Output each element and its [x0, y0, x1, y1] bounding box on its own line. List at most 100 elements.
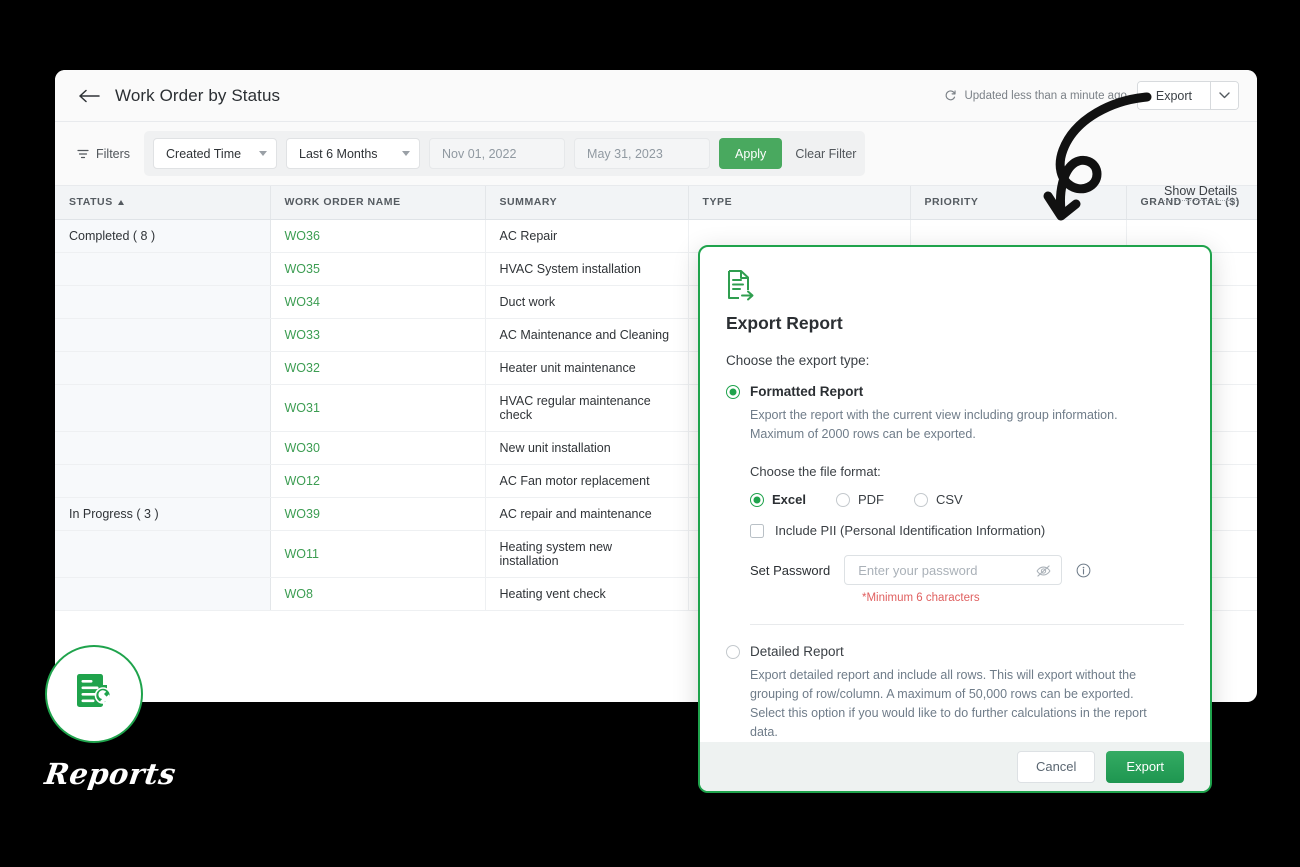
include-pii-checkbox[interactable] [750, 523, 764, 538]
cell-work-order-name[interactable]: WO31 [270, 384, 486, 432]
updated-text: Updated less than a minute ago [964, 89, 1127, 102]
csv-label: CSV [935, 492, 963, 507]
report-document-wrench-icon [69, 667, 119, 722]
cancel-button[interactable]: Cancel [1016, 750, 1096, 783]
file-format-block: Choose the file format: Excel PDF CSV In… [750, 464, 1184, 604]
include-pii-row[interactable]: Include PII (Personal Identification Inf… [750, 523, 1184, 538]
work-order-link[interactable]: WO34 [285, 295, 320, 309]
date-to-input[interactable]: May 31, 2023 [574, 138, 711, 169]
password-hint: *Minimum 6 characters [862, 592, 980, 604]
cell-status [55, 530, 271, 578]
cell-work-order-name[interactable]: WO8 [270, 577, 486, 611]
detailed-report-label[interactable]: Detailed Report [750, 644, 844, 659]
info-circle-icon[interactable] [1076, 563, 1091, 578]
filters-label: Filters [77, 147, 130, 161]
formatted-report-option[interactable]: Formatted Report [726, 384, 1184, 399]
cell-summary: HVAC System installation [485, 252, 689, 286]
csv-radio[interactable] [913, 492, 928, 507]
header-actions: Updated less than a minute ago Export [944, 81, 1239, 110]
export-button[interactable]: Export [1137, 82, 1210, 109]
cell-work-order-name[interactable]: WO11 [270, 530, 486, 578]
modal-divider [750, 624, 1184, 625]
document-export-icon [726, 269, 756, 301]
work-order-link[interactable]: WO31 [285, 401, 320, 415]
date-from-input[interactable]: Nov 01, 2022 [429, 138, 566, 169]
cell-work-order-name[interactable]: WO39 [270, 497, 486, 531]
cell-summary: New unit installation [485, 431, 689, 465]
column-header-priority[interactable]: PRIORITY [910, 186, 1127, 220]
cell-work-order-name[interactable]: WO36 [270, 219, 486, 253]
password-input[interactable] [856, 556, 1028, 584]
filter-controls: Created Time Last 6 Months Nov 01, 2022 … [144, 131, 866, 176]
password-input-wrapper [844, 555, 1063, 585]
formatted-report-label[interactable]: Formatted Report [750, 384, 863, 399]
cell-summary: HVAC regular maintenance check [485, 384, 689, 432]
include-pii-label: Include PII (Personal Identification Inf… [775, 523, 1046, 538]
formatted-report-description: Export the report with the current view … [750, 408, 1118, 441]
updated-status[interactable]: Updated less than a minute ago [944, 89, 1127, 102]
work-order-link[interactable]: WO36 [285, 229, 320, 243]
modal-footer: Cancel Export [700, 742, 1210, 791]
work-order-link[interactable]: WO39 [285, 507, 320, 521]
format-option-pdf[interactable]: PDF [835, 492, 884, 507]
cell-work-order-name[interactable]: WO34 [270, 285, 486, 319]
column-header-type[interactable]: TYPE [688, 186, 911, 220]
work-order-link[interactable]: WO32 [285, 361, 320, 375]
work-order-link[interactable]: WO12 [285, 474, 320, 488]
cell-status [55, 318, 271, 352]
format-option-excel[interactable]: Excel [750, 492, 806, 507]
cell-status: In Progress ( 3 ) [55, 497, 271, 531]
page-title: Work Order by Status [115, 85, 281, 105]
back-arrow-icon[interactable] [77, 83, 103, 109]
eye-slash-icon[interactable] [1036, 564, 1051, 578]
format-option-csv[interactable]: CSV [913, 492, 963, 507]
detailed-report-option[interactable]: Detailed Report [726, 644, 1184, 659]
column-header-status[interactable]: STATUS [55, 186, 271, 220]
show-details-link[interactable]: Show Details [1164, 184, 1237, 201]
filter-icon [77, 148, 89, 160]
set-password-label: Set Password [750, 562, 831, 578]
cell-status [55, 384, 271, 432]
cell-status [55, 464, 271, 498]
chevron-down-icon[interactable] [1210, 82, 1238, 109]
excel-label: Excel [772, 492, 806, 507]
cell-summary: Heating system new installation [485, 530, 689, 578]
cell-work-order-name[interactable]: WO30 [270, 431, 486, 465]
work-order-link[interactable]: WO30 [285, 441, 320, 455]
table-header-row: STATUS WORK ORDER NAME SUMMARY TYPE PRIO… [55, 186, 1257, 220]
excel-radio[interactable] [750, 492, 764, 507]
file-format-radio-group: Excel PDF CSV [750, 492, 1184, 507]
column-header-work-order-name[interactable]: WORK ORDER NAME [270, 186, 486, 220]
cell-status [55, 351, 271, 385]
refresh-icon[interactable] [944, 89, 957, 102]
cell-summary: AC repair and maintenance [485, 497, 689, 531]
detailed-report-radio[interactable] [726, 644, 740, 659]
formatted-report-radio[interactable] [726, 384, 740, 399]
range-select[interactable]: Last 6 Months [286, 138, 421, 169]
field-select-value: Created Time [166, 146, 242, 161]
column-header-status-label: STATUS [69, 196, 113, 209]
cell-work-order-name[interactable]: WO32 [270, 351, 486, 385]
field-select[interactable]: Created Time [153, 138, 278, 169]
reports-badge-circle [45, 645, 143, 743]
cell-summary: Heating vent check [485, 577, 689, 611]
work-order-link[interactable]: WO35 [285, 262, 320, 276]
export-type-label: Choose the export type: [726, 353, 870, 368]
cell-status: Completed ( 8 ) [55, 219, 271, 253]
cell-status [55, 577, 271, 611]
cell-work-order-name[interactable]: WO35 [270, 252, 486, 286]
range-select-value: Last 6 Months [299, 146, 378, 161]
work-order-link[interactable]: WO11 [285, 547, 320, 561]
chevron-down-icon [402, 151, 411, 156]
file-format-label: Choose the file format: [750, 464, 881, 479]
modal-export-button[interactable]: Export [1106, 750, 1184, 783]
column-header-summary[interactable]: SUMMARY [485, 186, 689, 220]
modal-body: Export Report Choose the export type: Fo… [700, 247, 1210, 742]
pdf-radio[interactable] [835, 492, 850, 507]
apply-button[interactable]: Apply [719, 138, 783, 169]
work-order-link[interactable]: WO8 [285, 587, 313, 601]
work-order-link[interactable]: WO33 [285, 328, 320, 342]
cell-work-order-name[interactable]: WO12 [270, 464, 486, 498]
clear-filter-button[interactable]: Clear Filter [795, 147, 856, 161]
cell-work-order-name[interactable]: WO33 [270, 318, 486, 352]
